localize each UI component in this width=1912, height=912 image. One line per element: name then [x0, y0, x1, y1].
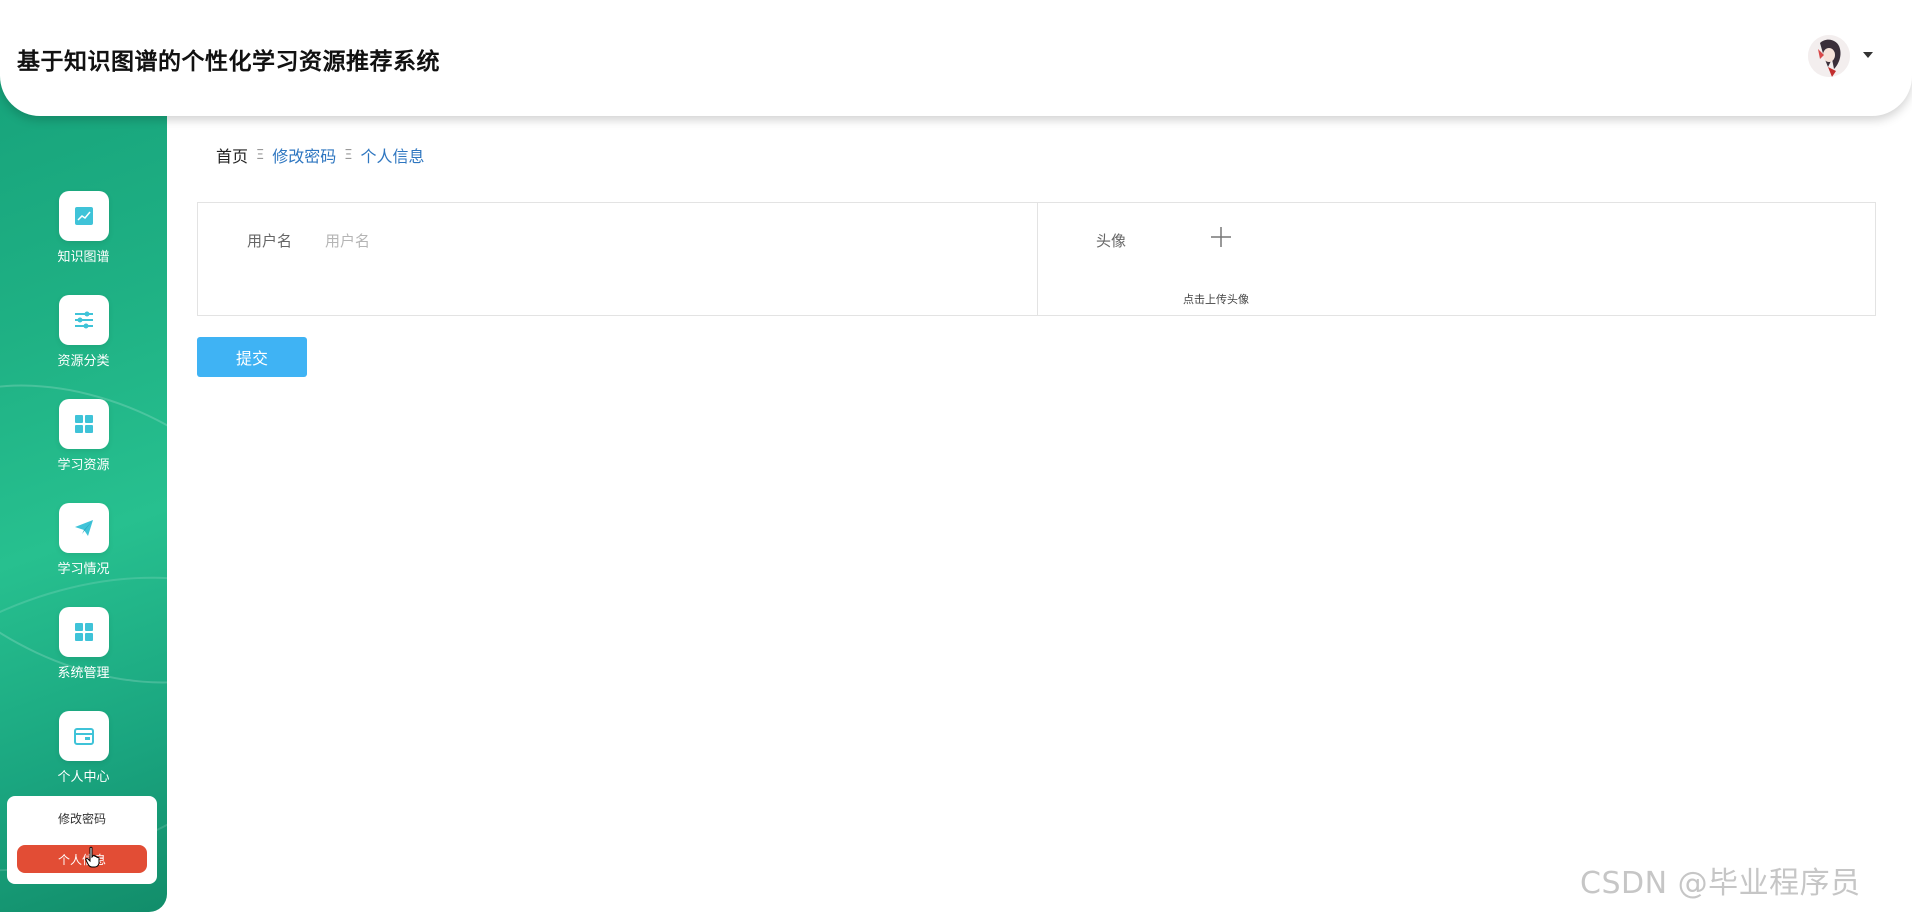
sidebar-item-label: 学习资源 — [57, 458, 110, 473]
sidebar-item-learning-status[interactable]: 学习情况 — [0, 503, 167, 593]
submenu-item-personal-info[interactable]: 个人信息 — [17, 845, 147, 873]
watermark: CSDN @毕业程序员 — [1580, 866, 1861, 901]
upload-avatar-hint[interactable]: 点击上传头像 — [1183, 291, 1249, 307]
breadcrumb-separator: Ξ — [256, 147, 265, 163]
chart-line-icon — [58, 191, 109, 241]
wallet-icon — [58, 711, 109, 761]
sidebar-item-learning-resources[interactable]: 学习资源 — [0, 399, 167, 489]
form-divider — [1037, 203, 1038, 315]
sidebar-item-label: 知识图谱 — [57, 250, 110, 265]
grid-icon — [58, 607, 109, 657]
grid-icon — [58, 399, 109, 449]
sidebar-item-label: 系统管理 — [57, 666, 110, 681]
sidebar-item-label: 学习情况 — [57, 562, 110, 577]
sidebar-item-system-management[interactable]: 系统管理 — [0, 607, 167, 697]
personal-info-form: 用户名 头像 点击上传头像 — [197, 202, 1876, 316]
submit-button[interactable]: 提交 — [197, 337, 307, 377]
username-input[interactable] — [323, 228, 1007, 254]
sidebar-item-personal-center[interactable]: 个人中心 — [0, 711, 167, 801]
sidebar-item-label: 个人中心 — [57, 770, 110, 785]
breadcrumb-personal-info[interactable]: 个人信息 — [360, 143, 424, 167]
breadcrumb: 首页 Ξ 修改密码 Ξ 个人信息 — [216, 143, 424, 167]
hand-cursor-icon — [85, 846, 100, 868]
sliders-icon — [58, 295, 109, 345]
sidebar: 知识图谱 资源分类 学习资源 学习情况 系统管理 个人中心 — [0, 72, 167, 912]
submenu-item-change-password[interactable]: 修改密码 — [17, 804, 147, 832]
breadcrumb-separator: Ξ — [344, 147, 353, 163]
plus-icon[interactable] — [1209, 225, 1233, 249]
sidebar-item-knowledge-graph[interactable]: 知识图谱 — [0, 191, 167, 281]
username-label: 用户名 — [247, 232, 293, 250]
breadcrumb-change-password[interactable]: 修改密码 — [272, 143, 336, 167]
top-header: 基于知识图谱的个性化学习资源推荐系统 — [0, 0, 1912, 116]
avatar-label: 头像 — [1096, 232, 1127, 250]
caret-down-icon[interactable] — [1862, 49, 1874, 61]
personal-center-submenu: 修改密码 个人信息 — [7, 796, 157, 884]
sidebar-item-resource-category[interactable]: 资源分类 — [0, 295, 167, 385]
app-title: 基于知识图谱的个性化学习资源推荐系统 — [17, 49, 440, 75]
user-avatar[interactable] — [1808, 35, 1850, 77]
paper-plane-icon — [58, 503, 109, 553]
sidebar-item-label: 资源分类 — [57, 354, 110, 369]
breadcrumb-home[interactable]: 首页 — [216, 143, 248, 167]
